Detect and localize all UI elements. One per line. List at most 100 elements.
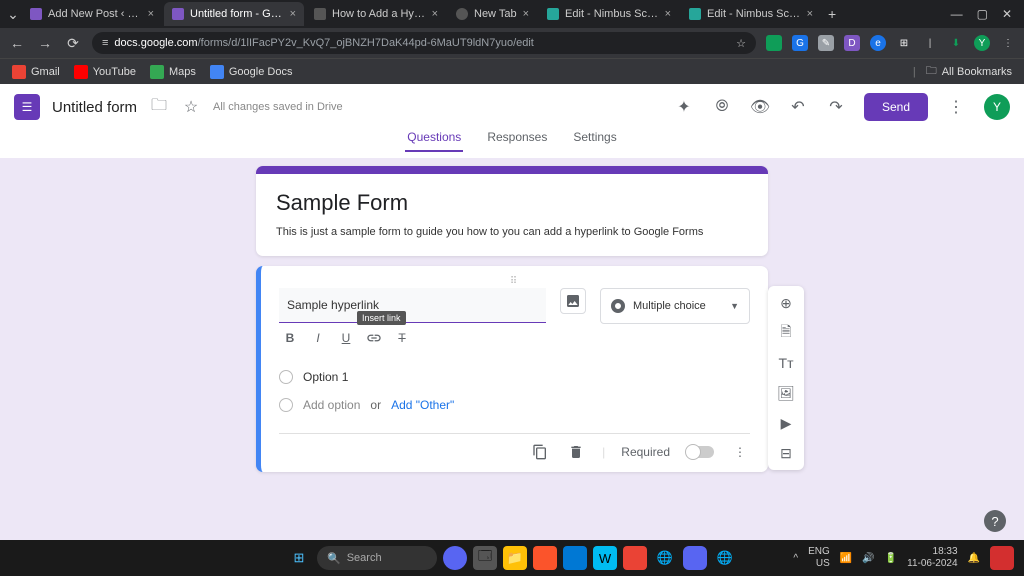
close-icon[interactable]: × — [807, 8, 813, 20]
palette-icon[interactable]: ⦾ — [712, 97, 732, 117]
link-button[interactable] — [363, 327, 385, 349]
import-button[interactable]: 🗎 — [775, 322, 797, 344]
browser-tab[interactable]: Untitled form - Google Fo × — [164, 2, 304, 26]
add-question-button[interactable]: ⊕ — [775, 292, 797, 314]
close-icon[interactable]: × — [523, 8, 529, 20]
extensions-icon[interactable]: ⊞ — [896, 35, 912, 51]
taskbar-app-icon[interactable]: 🗔 — [473, 546, 497, 570]
taskbar-app-icon[interactable]: 🌐 — [713, 546, 737, 570]
duplicate-button[interactable] — [530, 442, 550, 462]
browser-tab[interactable]: Edit - Nimbus Screenshot × — [681, 2, 821, 26]
add-option-button[interactable]: Add option — [303, 398, 360, 412]
question-type-select[interactable]: Multiple choice ▼ — [600, 288, 750, 324]
question-input[interactable] — [279, 288, 546, 323]
undo-icon[interactable]: ↶ — [788, 97, 808, 117]
taskbar-search[interactable]: 🔍 Search — [317, 546, 437, 570]
extension-icon[interactable] — [766, 35, 782, 51]
close-icon[interactable]: × — [665, 8, 671, 20]
add-image-button[interactable]: 🖼 — [775, 382, 797, 404]
form-heading[interactable]: Sample Form — [276, 190, 748, 216]
maximize-icon[interactable]: ▢ — [977, 7, 988, 21]
url-input[interactable]: ≡ docs.google.com/forms/d/1lIFacPY2v_KvQ… — [92, 32, 756, 54]
bold-button[interactable]: B — [279, 327, 301, 349]
browser-tab[interactable]: Add New Post ‹ Extended × — [22, 2, 162, 26]
extension-icon[interactable]: D — [844, 35, 860, 51]
back-button[interactable]: ← — [8, 35, 26, 51]
extension-icon[interactable]: G — [792, 35, 808, 51]
download-icon[interactable]: ⬇ — [948, 35, 964, 51]
language-indicator[interactable]: ENG US — [808, 546, 830, 570]
add-image-button[interactable] — [560, 288, 586, 314]
notification-icon[interactable]: 🔔 — [968, 553, 980, 564]
browser-tab[interactable]: Edit - Nimbus Screenshot × — [539, 2, 679, 26]
clear-format-button[interactable]: T — [391, 327, 413, 349]
taskbar-app-icon[interactable]: 📁 — [503, 546, 527, 570]
site-info-icon[interactable]: ≡ — [102, 37, 108, 49]
extension-icon[interactable]: e — [870, 35, 886, 51]
star-icon[interactable]: ☆ — [736, 37, 746, 50]
taskbar-app-icon[interactable] — [443, 546, 467, 570]
form-description[interactable]: This is just a sample form to guide you … — [276, 226, 748, 238]
menu-icon[interactable]: ⋮ — [1000, 35, 1016, 51]
option-row[interactable]: Option 1 — [279, 363, 750, 391]
send-button[interactable]: Send — [864, 93, 928, 121]
battery-icon[interactable]: 🔋 — [885, 553, 897, 564]
add-section-button[interactable]: ⊟ — [775, 442, 797, 464]
form-title-card[interactable]: Sample Form This is just a sample form t… — [256, 166, 768, 256]
taskbar-app-icon[interactable]: 🌐 — [653, 546, 677, 570]
more-icon[interactable]: ⋮ — [946, 97, 966, 117]
drag-handle-icon[interactable]: ⠿ — [279, 276, 750, 286]
volume-icon[interactable]: 🔊 — [862, 553, 874, 564]
tab-questions[interactable]: Questions — [405, 130, 463, 152]
extension-icon[interactable]: ✎ — [818, 35, 834, 51]
option-text[interactable]: Option 1 — [303, 370, 348, 384]
tab-list-button[interactable]: ⌄ — [4, 6, 22, 23]
more-icon[interactable]: ⋮ — [730, 442, 750, 462]
folder-icon[interactable]: 🗀 — [149, 97, 169, 117]
delete-button[interactable] — [566, 442, 586, 462]
close-icon[interactable]: × — [432, 8, 438, 20]
close-icon[interactable]: ✕ — [1002, 7, 1012, 21]
bookmark-item[interactable]: YouTube — [74, 65, 136, 79]
preview-icon[interactable]: 👁 — [750, 97, 770, 117]
start-button[interactable]: ⊞ — [287, 546, 311, 570]
taskbar-app-icon[interactable] — [623, 546, 647, 570]
addons-icon[interactable]: ✦ — [674, 97, 694, 117]
form-title[interactable]: Untitled form — [52, 99, 137, 116]
avatar[interactable]: Y — [984, 94, 1010, 120]
minimize-icon[interactable]: — — [951, 7, 963, 21]
browser-tab[interactable]: New Tab × — [448, 2, 537, 26]
taskbar-app-icon[interactable] — [990, 546, 1014, 570]
add-title-button[interactable]: Tᴛ — [775, 352, 797, 374]
new-tab-button[interactable]: + — [823, 6, 841, 22]
taskbar-app-icon[interactable]: W — [593, 546, 617, 570]
add-video-button[interactable]: ▶ — [775, 412, 797, 434]
italic-button[interactable]: I — [307, 327, 329, 349]
underline-button[interactable]: U — [335, 327, 357, 349]
bookmark-item[interactable]: Google Docs — [210, 65, 293, 79]
add-other-button[interactable]: Add "Other" — [391, 398, 454, 412]
all-bookmarks-button[interactable]: 🗀 All Bookmarks — [926, 62, 1012, 81]
forms-logo-icon[interactable]: ☰ — [14, 94, 40, 120]
taskbar-app-icon[interactable] — [533, 546, 557, 570]
bookmark-item[interactable]: Maps — [150, 65, 196, 79]
clock[interactable]: 18:33 11-06-2024 — [907, 546, 957, 570]
help-button[interactable]: ? — [984, 510, 1006, 532]
taskbar-app-icon[interactable] — [563, 546, 587, 570]
tab-responses[interactable]: Responses — [485, 130, 549, 150]
tab-settings[interactable]: Settings — [571, 130, 618, 150]
bookmark-item[interactable]: Gmail — [12, 65, 60, 79]
chevron-up-icon[interactable]: ^ — [793, 553, 798, 564]
forward-button[interactable]: → — [36, 35, 54, 51]
browser-tab[interactable]: How to Add a Hyperlink t × — [306, 2, 446, 26]
question-card[interactable]: ⠿ Insert link B I U T — [256, 266, 768, 472]
close-icon[interactable]: × — [290, 8, 296, 20]
taskbar-app-icon[interactable] — [683, 546, 707, 570]
redo-icon[interactable]: ↷ — [826, 97, 846, 117]
wifi-icon[interactable]: 📶 — [840, 553, 852, 564]
close-icon[interactable]: × — [148, 8, 154, 20]
profile-icon[interactable]: Y — [974, 35, 990, 51]
star-icon[interactable]: ☆ — [181, 97, 201, 117]
reload-button[interactable]: ⟳ — [64, 35, 82, 52]
required-toggle[interactable] — [686, 446, 714, 458]
